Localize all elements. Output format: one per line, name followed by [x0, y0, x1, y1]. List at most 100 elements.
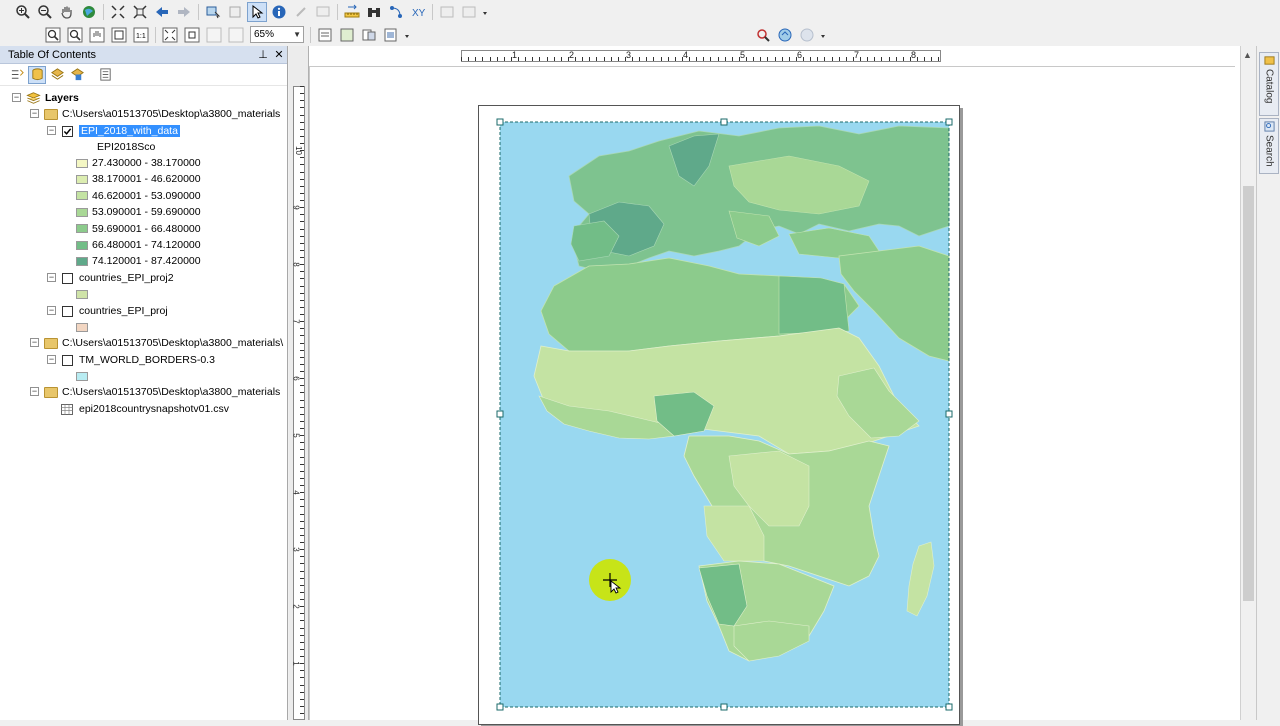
data-driven-pages-icon[interactable] [381, 25, 401, 45]
options-icon[interactable] [96, 66, 114, 84]
time-slider-icon[interactable] [437, 2, 457, 22]
zoom-in-icon[interactable] [13, 2, 33, 22]
ruler-tick [300, 457, 304, 458]
legend-class-row[interactable]: 74.120001 - 87.420000 [76, 253, 201, 269]
layer-visibility-checkbox[interactable] [62, 125, 73, 137]
group-folder-2[interactable]: − C:\Users\a01513705\Desktop\a3800_mater… [30, 335, 283, 351]
ruler-label: 8 [911, 50, 917, 60]
back-extent-icon[interactable] [152, 2, 172, 22]
select-features-icon[interactable] [203, 2, 223, 22]
ruler-tick [300, 449, 304, 450]
toolbar-dropdown-icon[interactable] [404, 30, 410, 40]
list-by-visibility-icon[interactable] [48, 66, 66, 84]
group-folder-3-label: C:\Users\a01513705\Desktop\a3800_materia… [62, 386, 281, 398]
collapse-icon[interactable]: − [30, 387, 39, 396]
collapse-icon[interactable]: − [12, 93, 21, 102]
layer-visibility-checkbox[interactable] [62, 305, 73, 317]
collapse-icon[interactable]: − [30, 109, 39, 118]
previous-extent-layout-icon[interactable] [204, 25, 224, 45]
collapse-icon[interactable]: − [47, 355, 56, 364]
legend-swatch [76, 256, 88, 266]
html-popup-icon[interactable] [313, 2, 333, 22]
find-route-icon[interactable] [386, 2, 406, 22]
ruler-tick [839, 57, 840, 61]
layout-page[interactable] [478, 105, 960, 725]
clear-selection-icon[interactable] [225, 2, 245, 22]
info-disabled-icon[interactable] [797, 25, 817, 45]
search-tab[interactable]: Search [1259, 118, 1279, 174]
ruler-tick [300, 250, 304, 251]
layer-tm-world-borders[interactable]: − TM_WORLD_BORDERS-0.3 [47, 352, 215, 368]
scrollbar-thumb[interactable] [1243, 186, 1254, 601]
legend-class-row[interactable]: 66.480001 - 74.120000 [76, 237, 201, 253]
go-to-xy-icon[interactable]: XY [408, 2, 428, 22]
pan-hand-icon[interactable] [57, 2, 77, 22]
toolbar-dropdown-icon[interactable] [482, 7, 488, 17]
group-folder-1[interactable]: − C:\Users\a01513705\Desktop\a3800_mater… [30, 106, 280, 122]
select-elements-icon[interactable] [247, 1, 267, 22]
collapse-icon[interactable]: − [47, 126, 56, 135]
pin-icon[interactable]: ⊥ [255, 48, 271, 61]
collapse-icon[interactable]: − [47, 273, 56, 282]
ruler-tick [300, 243, 304, 244]
full-extent-icon[interactable] [79, 2, 99, 22]
layout-zoom-out-icon[interactable] [65, 25, 85, 45]
layout-view[interactable]: 10 9 8 7 6 5 4 3 2 1 1 2 3 4 5 6 7 8 [289, 46, 1254, 725]
list-by-source-icon[interactable] [28, 65, 46, 84]
legend-class-row[interactable]: 38.170001 - 46.620000 [76, 171, 201, 187]
layout-canvas[interactable] [309, 66, 1235, 725]
identify-icon[interactable] [269, 2, 289, 22]
layer-epi-2018-label[interactable]: EPI_2018_with_data [79, 125, 180, 137]
next-extent-layout-icon[interactable] [226, 25, 246, 45]
collapse-icon[interactable]: − [30, 338, 39, 347]
layer-visibility-checkbox[interactable] [62, 354, 73, 366]
ruler-tick [300, 200, 304, 201]
swipe-icon[interactable] [459, 2, 479, 22]
standalone-table[interactable]: epi2018countrysnapshotv01.csv [61, 401, 229, 417]
data-frame[interactable] [479, 106, 961, 726]
vertical-scrollbar[interactable]: ▲ [1240, 46, 1255, 720]
ruler-tick [300, 635, 304, 636]
focus-data-frame-icon[interactable] [337, 25, 357, 45]
fixed-zoom-in-icon[interactable] [108, 2, 128, 22]
refresh-globe-icon[interactable] [775, 25, 795, 45]
fixed-zoom-out-icon[interactable] [130, 2, 150, 22]
fixed-zoom-in-layout-icon[interactable] [160, 25, 180, 45]
zoom-whole-page-icon[interactable] [109, 25, 129, 45]
find-icon[interactable] [364, 2, 384, 22]
legend-swatch [76, 207, 88, 217]
catalog-tab[interactable]: Catalog [1259, 52, 1279, 116]
list-by-selection-icon[interactable] [68, 66, 86, 84]
legend-swatch [76, 158, 88, 168]
layer-countries-epi-proj[interactable]: − countries_EPI_proj [47, 303, 168, 319]
toolbar-dropdown-icon[interactable] [820, 30, 826, 40]
layer-visibility-checkbox[interactable] [62, 272, 73, 284]
toggle-draft-mode-icon[interactable] [315, 25, 335, 45]
group-folder-3[interactable]: − C:\Users\a01513705\Desktop\a3800_mater… [30, 384, 280, 400]
pin-map-icon[interactable] [753, 25, 773, 45]
legend-class-row[interactable]: 27.430000 - 38.170000 [76, 155, 201, 171]
zoom-100-icon[interactable]: 1:1 [131, 25, 151, 45]
ruler-tick [732, 57, 733, 61]
hyperlink-icon[interactable] [291, 2, 311, 22]
measure-icon[interactable] [342, 2, 362, 22]
ruler-tick [300, 670, 304, 671]
ruler-label: 4 [683, 50, 689, 60]
collapse-icon[interactable]: − [47, 306, 56, 315]
list-by-drawing-order-icon[interactable] [8, 66, 26, 84]
layers-root[interactable]: − Layers [12, 90, 79, 106]
layout-pan-icon[interactable] [87, 25, 107, 45]
layer-countries-epi-proj2[interactable]: − countries_EPI_proj2 [47, 270, 174, 286]
legend-class-row[interactable]: 53.090001 - 59.690000 [76, 204, 201, 220]
layer-epi-2018[interactable]: − EPI_2018_with_data [47, 123, 180, 139]
legend-class-row[interactable]: 59.690001 - 66.480000 [76, 221, 201, 237]
zoom-level-select[interactable]: 65% ▼ [250, 26, 304, 43]
zoom-out-icon[interactable] [35, 2, 55, 22]
layout-zoom-in-icon[interactable] [43, 25, 63, 45]
fixed-zoom-out-layout-icon[interactable] [182, 25, 202, 45]
forward-extent-icon[interactable] [174, 2, 194, 22]
scroll-up-icon[interactable]: ▲ [1243, 50, 1252, 60]
change-layout-icon[interactable] [359, 25, 379, 45]
close-icon[interactable]: ✕ [271, 48, 287, 61]
legend-class-row[interactable]: 46.620001 - 53.090000 [76, 188, 201, 204]
